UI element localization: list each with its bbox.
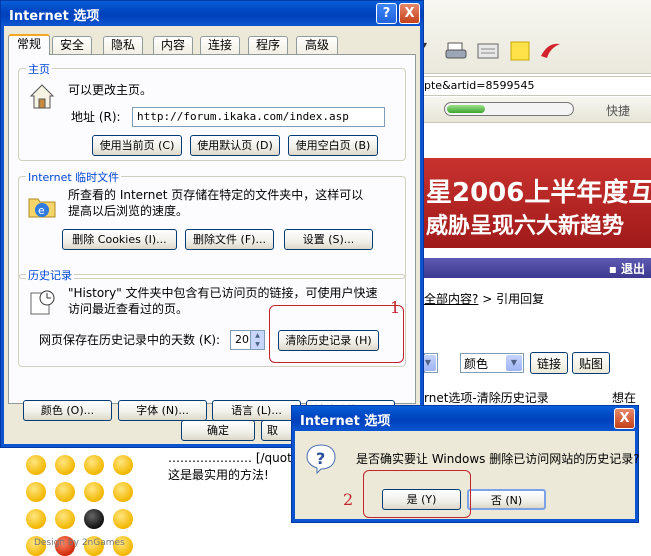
dialog-body: 常规 安全 隐私 内容 连接 程序 高级 主页 可以更改主页。 地址 (R): … bbox=[4, 26, 420, 444]
use-blank-button[interactable]: 使用空白页 (B) bbox=[288, 135, 378, 156]
edit-icon[interactable] bbox=[476, 40, 500, 62]
links-toolbar: 快捷 bbox=[420, 97, 651, 123]
banner-line-2: 威胁呈现六大新趋势 bbox=[426, 214, 625, 239]
spin-down-icon[interactable]: ▼ bbox=[251, 340, 264, 349]
delete-files-button[interactable]: 删除文件 (F)... bbox=[185, 229, 274, 250]
browser-toolbar: ▾ bbox=[420, 0, 651, 74]
svg-text:?: ? bbox=[316, 449, 325, 468]
tab-general[interactable]: 常规 bbox=[8, 34, 50, 55]
history-icon bbox=[30, 290, 55, 315]
home-page-desc: 可以更改主页。 bbox=[68, 83, 153, 97]
use-default-button[interactable]: 使用默认页 (D) bbox=[190, 135, 280, 156]
emoticon-icon[interactable] bbox=[55, 482, 75, 502]
dropdown-arrow-icon[interactable]: ▾ bbox=[422, 40, 446, 62]
home-page-group: 主页 可以更改主页。 地址 (R): http://forum.ikaka.co… bbox=[18, 61, 406, 161]
ok-button[interactable]: 确定 bbox=[181, 420, 255, 441]
emoticon-icon[interactable] bbox=[113, 455, 133, 475]
tab-privacy[interactable]: 隐私 bbox=[103, 36, 143, 54]
reply-line: 全部内容? > 引用回复 bbox=[424, 290, 651, 307]
history-group-title: 历史记录 bbox=[26, 267, 74, 283]
post-title[interactable]: rnet选项-清除历史记录 bbox=[424, 389, 549, 406]
quote-reply-link[interactable]: > 引用回复 bbox=[482, 292, 544, 306]
paste-image-button[interactable]: 贴图 bbox=[572, 352, 611, 374]
link-button[interactable]: 链接 bbox=[530, 352, 569, 374]
annotation-box-2 bbox=[363, 470, 471, 518]
internet-options-dialog: Internet 选项 ? X 常规 安全 隐私 内容 连接 程序 高级 主页 … bbox=[0, 0, 424, 448]
address-bar-fragment[interactable]: pte&artid=8599545 bbox=[420, 76, 651, 96]
spin-up-icon[interactable]: ▲ bbox=[251, 331, 264, 340]
banner-line-1: 星2006上半年度互 bbox=[426, 178, 651, 208]
temp-files-group-title: Internet 临时文件 bbox=[26, 169, 122, 185]
emoticon-icon[interactable] bbox=[55, 509, 75, 529]
languages-button[interactable]: 语言 (L)... bbox=[212, 400, 301, 421]
confirm-close-button[interactable]: X bbox=[614, 408, 635, 429]
tab-content[interactable]: 内容 bbox=[153, 36, 193, 54]
home-page-group-title: 主页 bbox=[26, 61, 52, 77]
emoticon-icon[interactable] bbox=[55, 455, 75, 475]
use-current-button[interactable]: 使用当前页 (C) bbox=[92, 135, 182, 156]
emoticon-icon[interactable] bbox=[26, 455, 46, 475]
temp-files-group: Internet 临时文件 e 所查看的 Internet 页存储在特定的文件夹… bbox=[18, 169, 406, 279]
quote-line: ………………… [/quot bbox=[168, 451, 292, 465]
temp-files-desc: 所查看的 Internet 页存储在特定的文件夹中，这样可以提高以后浏览的速度。 bbox=[68, 188, 364, 218]
fonts-button[interactable]: 字体 (N)... bbox=[118, 400, 207, 421]
emoticon-icon[interactable] bbox=[84, 482, 104, 502]
full-content-link[interactable]: 全部内容? bbox=[424, 292, 478, 306]
tab-security[interactable]: 安全 bbox=[52, 36, 92, 54]
home-icon bbox=[29, 84, 55, 109]
ie-folder-icon: e bbox=[28, 198, 56, 218]
forum-banner: 星2006上半年度互 威胁呈现六大新趋势 bbox=[424, 158, 651, 248]
tab-connections[interactable]: 连接 bbox=[200, 36, 240, 54]
forum-nav-bar: ▪ 退出 bbox=[424, 258, 651, 278]
days-spinner-field[interactable]: 20 bbox=[230, 330, 251, 350]
dialog-title: Internet 选项 bbox=[9, 9, 100, 24]
emoticon-icon[interactable] bbox=[84, 509, 104, 529]
print-icon[interactable] bbox=[444, 40, 468, 62]
quick-label[interactable]: 快捷 bbox=[606, 102, 630, 119]
messenger-icon[interactable] bbox=[538, 40, 562, 62]
chevron-down-icon: ▼ bbox=[506, 355, 522, 371]
post-body-text: 这是最实用的方法! bbox=[168, 468, 269, 482]
emoticon-icon[interactable] bbox=[113, 509, 133, 529]
svg-text:e: e bbox=[38, 204, 45, 217]
annotation-box-1 bbox=[269, 305, 404, 363]
post-snippet: 想在 bbox=[612, 391, 637, 405]
days-label: 网页保存在历史记录中的天数 (K): bbox=[39, 333, 221, 347]
confirm-title-bar[interactable]: Internet 选项 X bbox=[292, 406, 638, 430]
progress-fill bbox=[447, 105, 485, 113]
address-label: 地址 (R): bbox=[71, 110, 121, 124]
annotation-number-1: 1 bbox=[390, 298, 401, 317]
help-button[interactable]: ? bbox=[376, 3, 397, 24]
emoticon-icon[interactable] bbox=[84, 455, 104, 475]
days-spinner[interactable]: ▲ ▼ bbox=[251, 330, 265, 350]
delete-cookies-button[interactable]: 删除 Cookies (I)... bbox=[62, 229, 177, 250]
emoticon-icon[interactable] bbox=[113, 482, 133, 502]
annotation-number-2: 2 bbox=[343, 490, 354, 509]
home-address-field[interactable]: http://forum.ikaka.com/index.asp bbox=[132, 107, 385, 127]
confirm-title: Internet 选项 bbox=[300, 414, 391, 429]
note-icon[interactable] bbox=[508, 40, 532, 62]
editor-format-row: ▼ 颜色 ▼ 链接 贴图 bbox=[420, 352, 651, 376]
emoticon-icon[interactable] bbox=[26, 482, 46, 502]
exit-link[interactable]: ▪ 退出 bbox=[609, 260, 645, 277]
no-button[interactable]: 否 (N) bbox=[467, 489, 546, 510]
dialog-title-bar[interactable]: Internet 选项 ? X bbox=[1, 1, 423, 25]
question-icon: ? bbox=[306, 444, 336, 475]
design-credit: Design by 2nGames bbox=[34, 538, 125, 548]
colors-button[interactable]: 颜色 (O)... bbox=[23, 400, 112, 421]
emoticon-icon[interactable] bbox=[26, 509, 46, 529]
progress-bar bbox=[444, 102, 574, 116]
close-button[interactable]: X bbox=[399, 3, 420, 24]
color-select-value: 颜色 bbox=[464, 357, 489, 371]
tab-programs[interactable]: 程序 bbox=[248, 36, 288, 54]
settings-button[interactable]: 设置 (S)... bbox=[284, 229, 373, 250]
confirm-message: 是否确实要让 Windows 删除已访问网站的历史记录? bbox=[356, 452, 640, 466]
tab-advanced[interactable]: 高级 bbox=[296, 36, 338, 54]
size-select[interactable]: ▼ bbox=[420, 353, 438, 373]
color-select[interactable]: 颜色 ▼ bbox=[460, 353, 524, 373]
